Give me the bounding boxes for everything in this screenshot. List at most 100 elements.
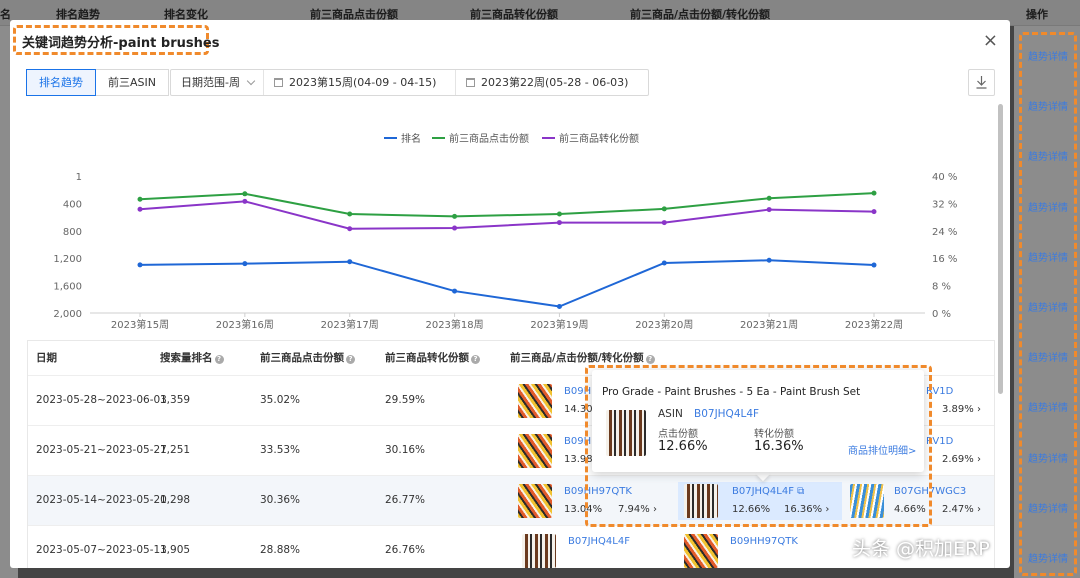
right-tick-label: 0 % <box>932 309 951 320</box>
series-point <box>661 220 667 226</box>
date-range-picker[interactable]: 日期范围-周 2023第15周(04-09 - 04-15) 2023第22周(… <box>170 69 649 96</box>
date-start-field[interactable]: 2023第15周(04-09 - 04-15) <box>264 70 456 95</box>
row-conv: 26.77% <box>385 494 426 506</box>
modal-title: 关键词趋势分析-paint brushes <box>22 36 220 51</box>
series-point <box>242 191 248 197</box>
legend-label: 排名 <box>401 132 421 145</box>
series-point <box>452 213 458 219</box>
close-icon[interactable]: × <box>983 30 998 51</box>
series-point <box>347 211 353 217</box>
row-rank: 1,298 <box>160 494 191 506</box>
asin-link[interactable]: B09HH97QTK <box>730 536 798 547</box>
row-date: 2023-05-07~2023-05-13 <box>36 544 167 556</box>
right-tick-label: 32 % <box>932 199 957 210</box>
watermark: 头条 @积加ERP <box>852 538 990 560</box>
download-button[interactable] <box>968 69 995 96</box>
date-start-text: 2023第15周(04-09 - 04-15) <box>289 76 437 89</box>
rank-trend-chart: 1 400 800 1,200 1,600 2,000 40 % 32 % 24 % 16 % 8 … <box>53 132 957 331</box>
x-tick-label: 2023第20周 <box>635 318 693 331</box>
right-tick-label: 8 % <box>932 282 951 293</box>
series-point <box>871 190 877 196</box>
right-tick-label: 24 % <box>932 227 957 238</box>
legend-label: 前三商品转化份额 <box>559 132 639 145</box>
series-line <box>139 192 875 218</box>
product-thumbnail[interactable] <box>684 534 718 568</box>
x-tick-label: 2023第16周 <box>216 318 274 331</box>
left-tick-label: 400 <box>63 199 82 210</box>
product-thumbnail[interactable] <box>518 384 552 418</box>
popover-highlight-box <box>585 365 932 527</box>
ops-highlight-box <box>1019 32 1077 576</box>
legend-label: 前三商品点击份额 <box>449 132 529 145</box>
left-tick-label: 1,200 <box>53 254 82 265</box>
left-tick-label: 800 <box>63 227 82 238</box>
row-conv: 30.16% <box>385 444 426 456</box>
x-tick-label: 2023第15周 <box>111 318 169 331</box>
th-conv-share: 前三商品转化份额? <box>385 341 480 375</box>
series-point <box>556 303 562 309</box>
series-point <box>661 206 667 212</box>
row-date: 2023-05-21~2023-05-27 <box>36 444 167 456</box>
asin-conv-pct: 3.89% › <box>942 404 981 415</box>
series-point <box>347 259 353 265</box>
th-click-share: 前三商品点击份额? <box>260 341 355 375</box>
series-point <box>766 195 772 201</box>
period-label: 日期范围-周 <box>181 76 240 89</box>
x-tick-label: 2023第18周 <box>425 318 483 331</box>
row-click: 30.36% <box>260 494 301 506</box>
row-rank: 1,251 <box>160 444 191 456</box>
product-thumbnail[interactable] <box>518 484 552 518</box>
row-date: 2023-05-14~2023-05-20 <box>36 494 167 506</box>
left-tick-label: 1,600 <box>53 282 82 293</box>
row-conv: 26.76% <box>385 544 426 556</box>
tab-rank-trend[interactable]: 排名趋势 <box>26 69 96 96</box>
series-point <box>137 262 143 268</box>
table-row: 2023-05-07~2023-05-13 1,905 28.88% 26.76… <box>28 525 994 568</box>
calendar-icon <box>466 78 475 87</box>
series-point <box>871 262 877 268</box>
series-point <box>137 196 143 202</box>
row-click: 35.02% <box>260 394 301 406</box>
series-point <box>242 198 248 204</box>
th-date: 日期 <box>36 352 57 364</box>
row-click: 28.88% <box>260 544 301 556</box>
x-tick-label: 2023第22周 <box>845 318 903 331</box>
date-end-text: 2023第22周(05-28 - 06-03) <box>481 76 629 89</box>
right-tick-label: 16 % <box>932 254 957 265</box>
series-point <box>871 209 877 215</box>
x-tick-label: 2023第17周 <box>321 318 379 331</box>
series-point <box>452 225 458 231</box>
series-point <box>242 261 248 267</box>
row-rank: 1,905 <box>160 544 191 556</box>
series-point <box>766 207 772 213</box>
chevron-down-icon <box>246 76 256 86</box>
row-conv: 29.59% <box>385 394 426 406</box>
download-icon <box>976 76 987 89</box>
series-point <box>556 220 562 226</box>
series-point <box>661 260 667 266</box>
series-point <box>452 288 458 294</box>
period-select[interactable]: 日期范围-周 <box>171 70 264 95</box>
x-tick-label: 2023第19周 <box>530 318 588 331</box>
view-tabs: 排名趋势 前三ASIN <box>26 69 169 96</box>
x-tick-label: 2023第21周 <box>740 318 798 331</box>
asin-link[interactable]: B07JHQ4L4F <box>568 536 630 547</box>
right-tick-label: 40 % <box>932 172 957 183</box>
product-thumbnail[interactable] <box>518 434 552 468</box>
row-date: 2023-05-28~2023-06-03 <box>36 394 167 406</box>
product-thumbnail[interactable] <box>522 534 556 568</box>
series-line <box>139 259 875 308</box>
calendar-icon <box>274 78 283 87</box>
row-click: 33.53% <box>260 444 301 456</box>
help-icon: ? <box>214 355 224 364</box>
row-rank: 1,359 <box>160 394 191 406</box>
asin-conv-pct: 2.47% › <box>942 504 981 515</box>
series-point <box>766 257 772 263</box>
help-icon: ? <box>346 355 355 364</box>
asin-conv-pct: 2.69% › <box>942 454 981 465</box>
date-end-field[interactable]: 2023第22周(05-28 - 06-03) <box>456 70 648 95</box>
help-icon: ? <box>645 355 655 364</box>
left-tick-label: 1 <box>76 172 82 183</box>
th-search-rank: 搜索量排名? <box>160 341 224 375</box>
tab-top3-asin[interactable]: 前三ASIN <box>96 69 169 96</box>
